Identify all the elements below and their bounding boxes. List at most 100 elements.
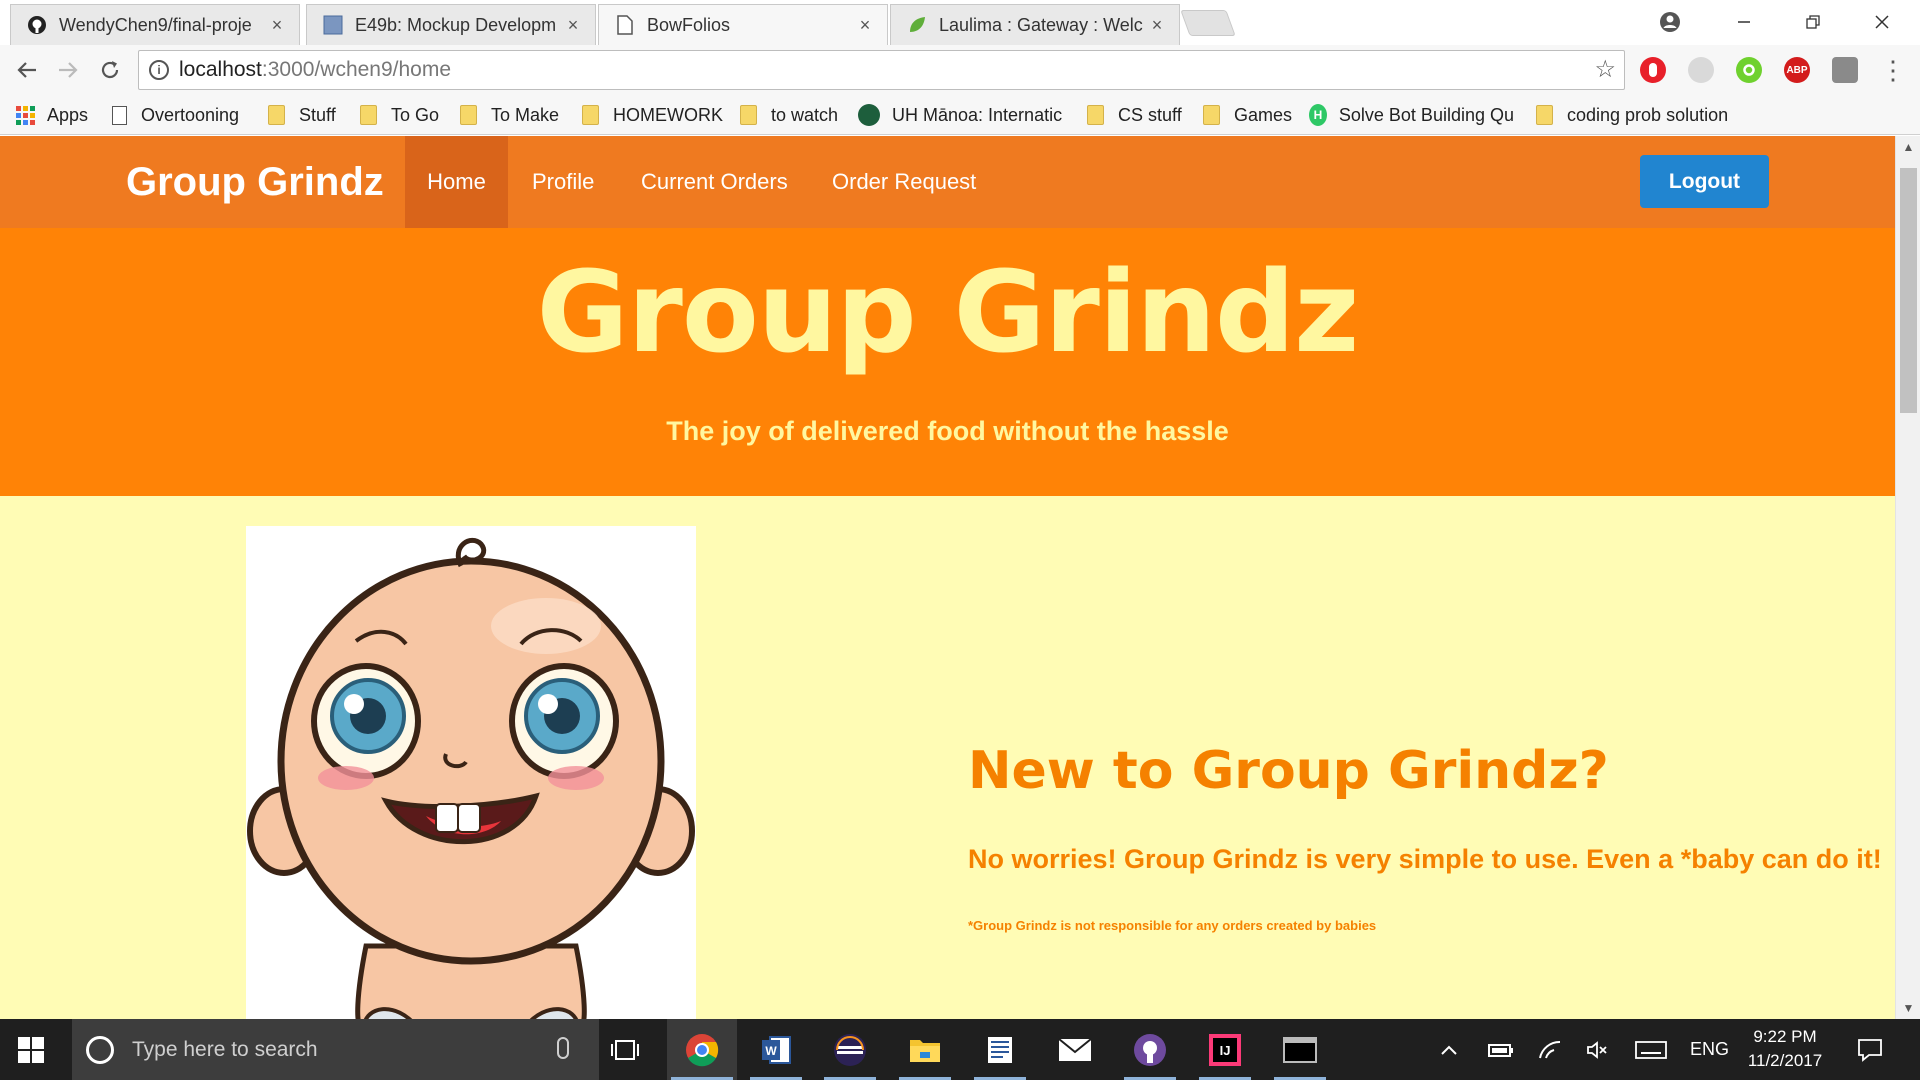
eclipse-taskbar-icon[interactable] [820,1019,880,1080]
site-navbar: Group Grindz Home Profile Current Orders… [0,136,1895,228]
promo-text: No worries! Group Grindz is very simple … [968,844,1882,874]
bookmark-games[interactable]: Games [1203,102,1292,128]
leaf-icon [907,15,927,35]
adblock-extension-icon[interactable]: ABP [1784,57,1810,83]
browser-tab-mockup[interactable]: E49b: Mockup Developm × [306,4,596,45]
bookmark-stuff[interactable]: Stuff [268,102,336,128]
doc-icon [323,15,343,35]
bookmark-homework[interactable]: HOMEWORK [582,102,723,128]
page-icon [615,15,635,35]
page-icon [112,105,127,125]
close-icon[interactable]: × [1147,15,1167,36]
nav-profile[interactable]: Profile [532,136,594,228]
bookmark-apps[interactable]: Apps [16,102,88,128]
promo-title: New to Group Grindz? [968,741,1609,801]
hackerrank-icon: H [1309,104,1327,126]
document-app-taskbar-icon[interactable] [970,1019,1030,1080]
bookmark-label: Overtooning [141,104,240,125]
bookmark-label: UH Mānoa: Internatic [892,104,1063,125]
profile-icon[interactable] [1652,5,1688,39]
new-tab-button[interactable] [1180,10,1236,36]
info-icon[interactable]: i [149,60,169,80]
language-indicator[interactable]: ENG [1690,1019,1729,1080]
battery-icon[interactable] [1488,1019,1514,1080]
browser-tab-bowfolios[interactable]: BowFolios × [598,4,888,45]
browser-tab-laulima[interactable]: Laulima : Gateway : Welc × [890,4,1180,45]
url-path: :3000/wchen9/home [261,58,452,81]
close-icon[interactable]: × [267,15,287,36]
github-desktop-taskbar-icon[interactable] [1120,1019,1180,1080]
microphone-icon[interactable] [557,1037,569,1059]
green-extension-icon[interactable] [1736,57,1762,83]
bookmark-label: Games [1234,104,1293,125]
word-taskbar-icon[interactable]: W [746,1019,806,1080]
site-brand[interactable]: Group Grindz [126,136,384,228]
browser-tab-github[interactable]: WendyChen9/final-proje × [10,4,300,45]
intellij-taskbar-icon[interactable]: IJ [1195,1019,1255,1080]
scroll-down-icon[interactable]: ▼ [1896,997,1920,1019]
bookmark-coding-prob[interactable]: coding prob solution [1536,102,1740,128]
taskbar-search-box[interactable]: Type here to search [72,1019,599,1080]
close-window-icon[interactable] [1864,5,1900,39]
folder-icon [1203,105,1220,125]
terminal-taskbar-icon[interactable] [1270,1019,1330,1080]
address-bar[interactable]: i localhost:3000/wchen9/home ☆ [138,50,1625,90]
windows-start-icon[interactable] [18,1037,44,1063]
forward-icon[interactable] [51,53,85,87]
folder-icon [1536,105,1553,125]
close-icon[interactable]: × [855,15,875,36]
svg-text:W: W [765,1044,777,1058]
tab-title: WendyChen9/final-proje [59,14,252,35]
show-hidden-icons-icon[interactable] [1440,1019,1458,1080]
apps-grid-icon [16,105,35,125]
reload-icon[interactable] [93,53,127,87]
bookmark-uh-manoa[interactable]: UH Mānoa: Internatic [858,102,1066,128]
volume-muted-icon[interactable] [1586,1019,1610,1080]
github-icon [27,15,47,35]
bookmark-hackerrank[interactable]: H Solve Bot Building Qu [1309,102,1514,128]
bookmark-to-watch[interactable]: to watch [740,102,838,128]
puzzle-extension-icon[interactable] [1688,57,1714,83]
minimize-icon[interactable] [1726,5,1762,39]
folder-icon [582,105,599,125]
bookmark-to-go[interactable]: To Go [360,102,439,128]
keyboard-icon[interactable] [1635,1019,1667,1080]
bookmark-label: Solve Bot Building Qu [1338,104,1514,125]
browser-tabstrip: WendyChen9/final-proje × E49b: Mockup De… [0,0,1920,45]
scroll-up-icon[interactable]: ▲ [1896,136,1920,158]
chrome-taskbar-icon[interactable] [667,1019,737,1080]
bookmark-overtooning[interactable]: Overtooning [112,102,239,128]
bookmark-star-icon[interactable]: ☆ [1594,55,1616,84]
clock-date: 11/2/2017 [1747,1051,1823,1070]
bookmark-cs-stuff[interactable]: CS stuff [1087,102,1182,128]
task-view-icon[interactable] [595,1019,655,1080]
scrollbar-thumb[interactable] [1900,168,1917,413]
close-icon[interactable]: × [563,15,583,36]
bookmark-label: HOMEWORK [613,104,723,125]
edit-extension-icon[interactable] [1832,57,1858,83]
wifi-icon[interactable] [1538,1019,1562,1080]
cortana-icon [86,1035,114,1064]
mail-taskbar-icon[interactable] [1045,1019,1105,1080]
file-explorer-taskbar-icon[interactable] [895,1019,955,1080]
baby-cartoon-image [247,537,695,1019]
back-icon[interactable] [10,53,44,87]
tab-title: E49b: Mockup Developm [355,14,557,35]
nav-current-orders[interactable]: Current Orders [641,136,788,228]
page-scrollbar[interactable]: ▲ ▼ [1895,136,1920,1019]
stop-extension-icon[interactable] [1640,57,1666,83]
bookmark-to-make[interactable]: To Make [460,102,559,128]
svg-text:IJ: IJ [1220,1043,1231,1058]
nav-order-request[interactable]: Order Request [832,136,976,228]
bookmarks-bar: Apps Overtooning Stuff To Go To Make HOM… [0,95,1920,135]
nav-home[interactable]: Home [405,136,508,228]
menu-icon[interactable]: ⋮ [1876,53,1910,87]
bookmark-label: To Make [491,104,560,125]
url-host: localhost [179,58,262,81]
baby-illustration [246,526,696,1019]
logout-button[interactable]: Logout [1640,155,1769,208]
restore-icon[interactable] [1795,5,1831,39]
action-center-icon[interactable] [1857,1019,1883,1080]
page-viewport: Group Grindz Home Profile Current Orders… [0,136,1895,1019]
taskbar-clock[interactable]: 9:22 PM 11/2/2017 [1740,1025,1830,1073]
